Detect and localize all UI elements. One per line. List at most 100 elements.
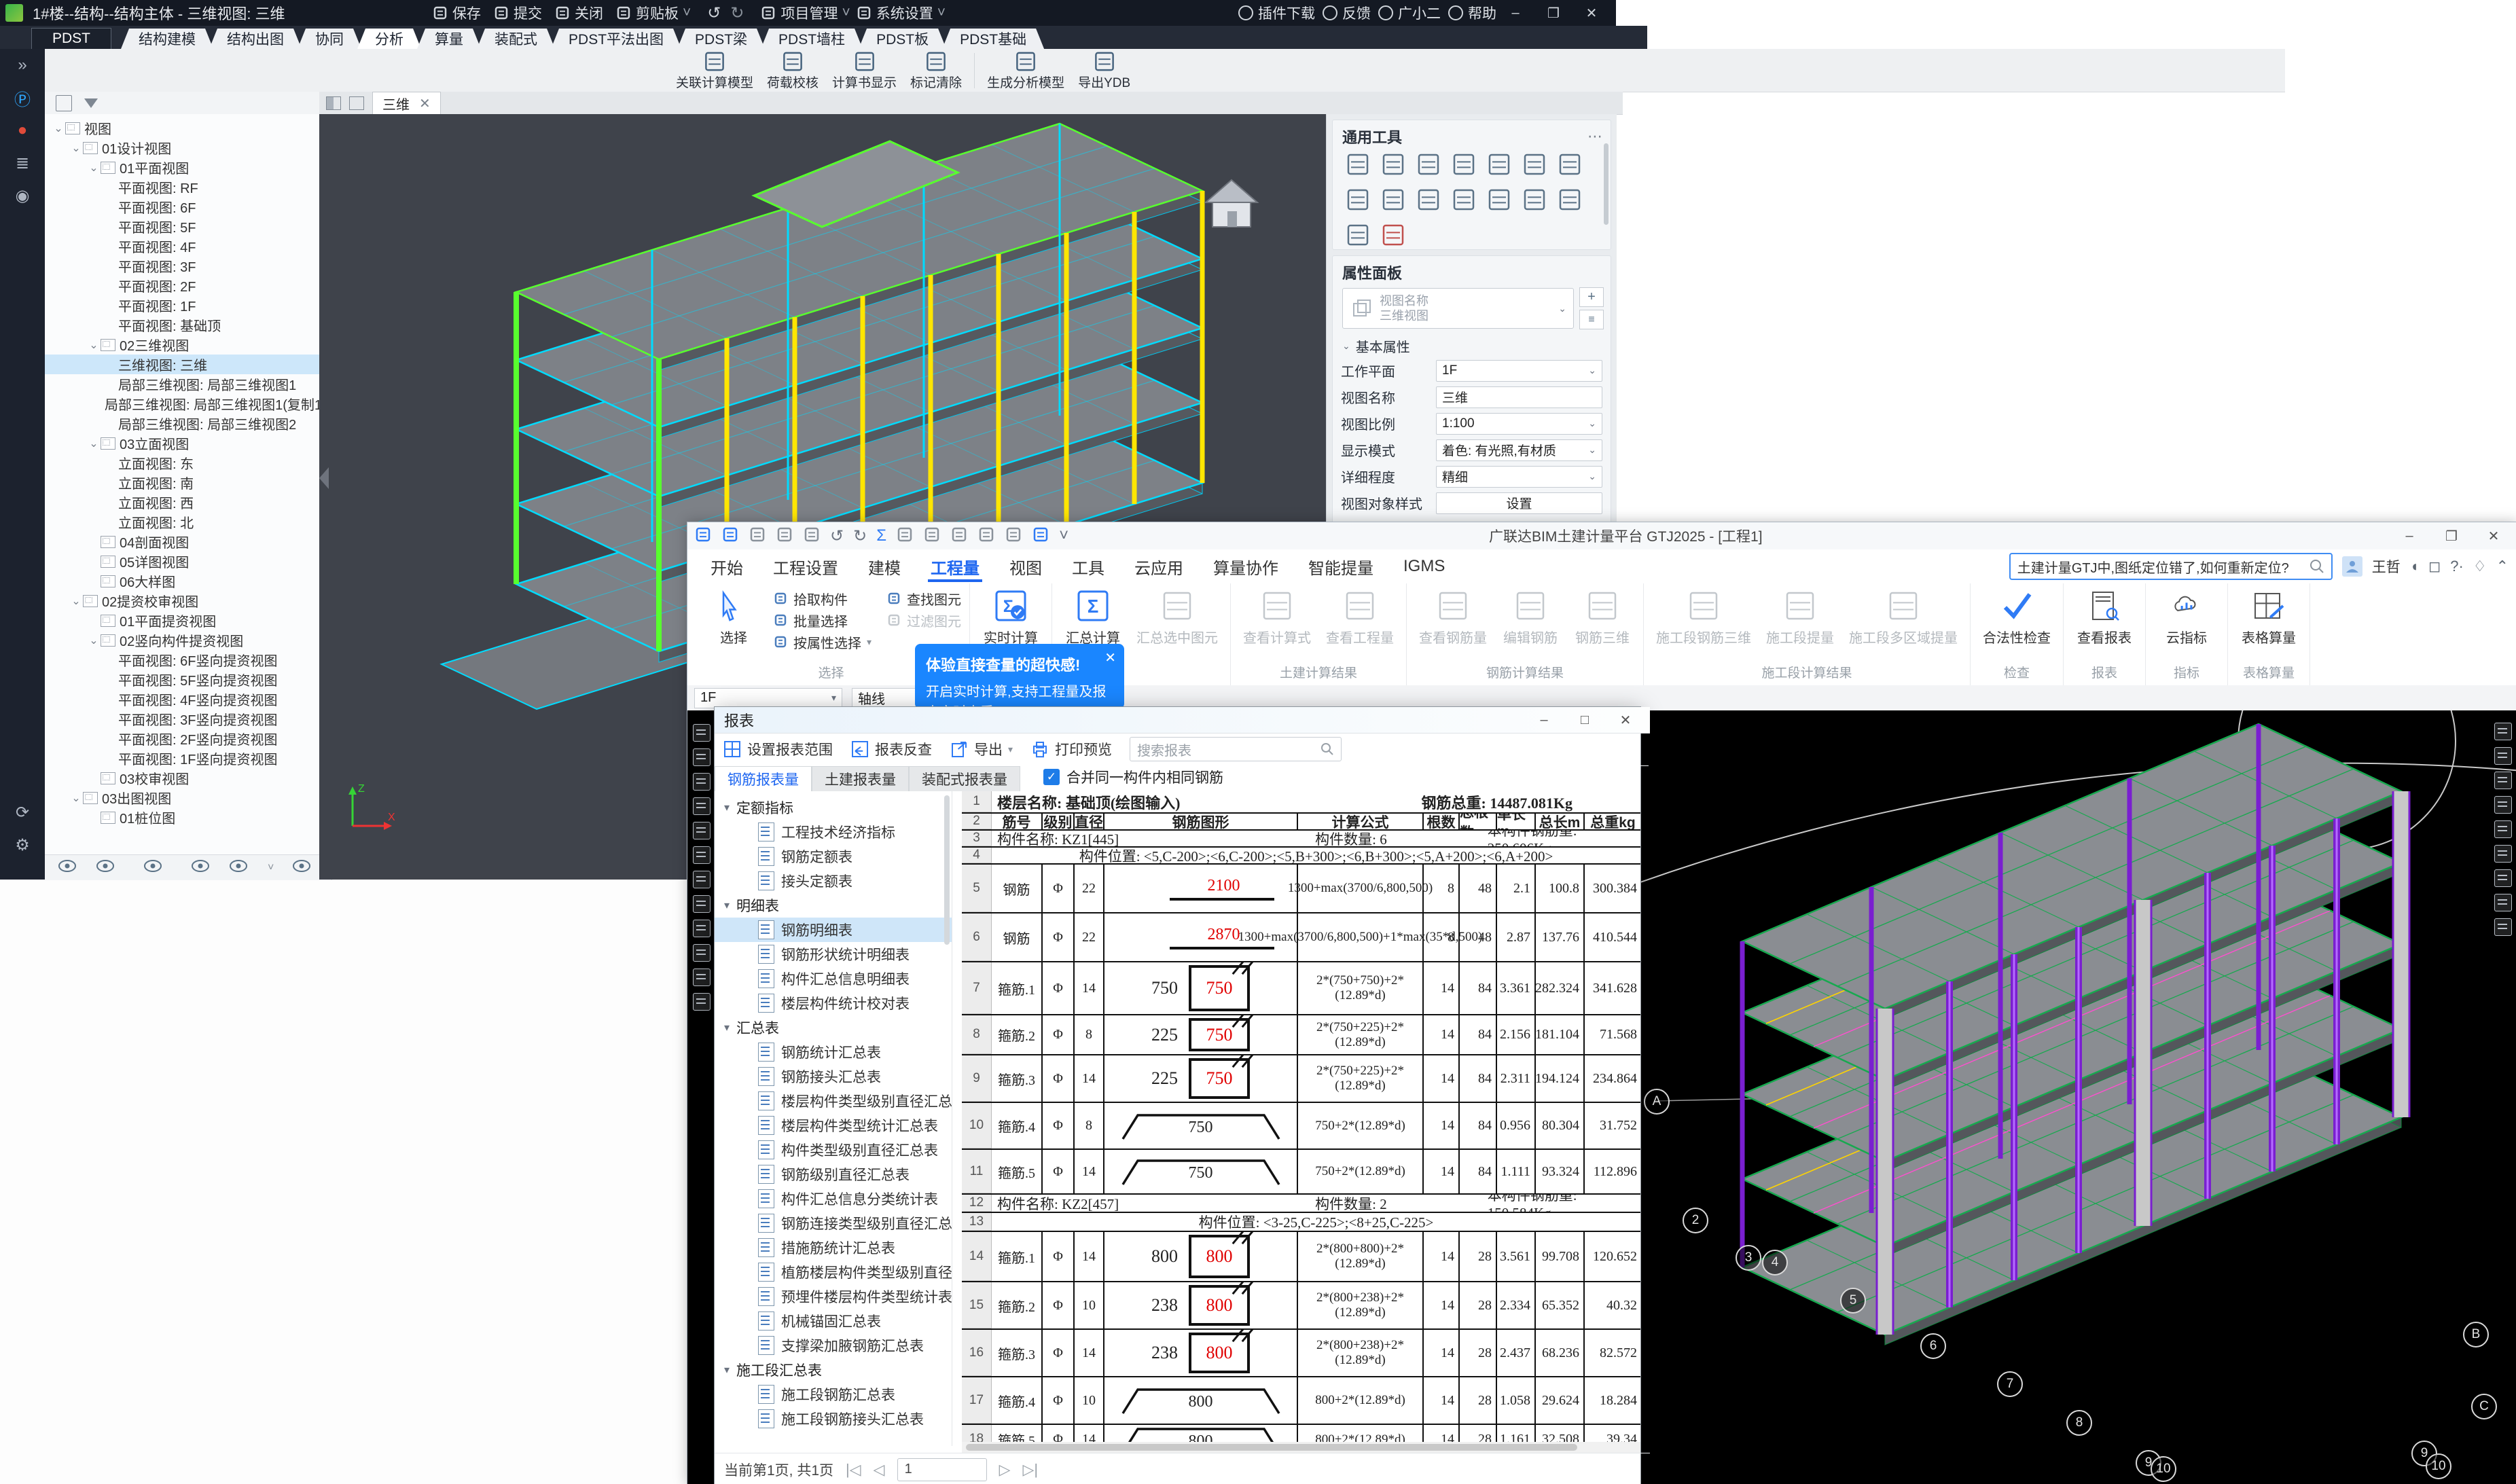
- pdst-tree-item[interactable]: 平面视图: RF: [45, 177, 319, 197]
- report-tree-item[interactable]: 构件汇总信息明细表: [715, 966, 952, 991]
- add-property-button[interactable]: +: [1579, 287, 1604, 307]
- gtj-close-button[interactable]: ✕: [2475, 524, 2513, 547]
- pdst-tree-item[interactable]: 平面视图: 6F竖向提资视图: [45, 650, 319, 670]
- report-tree-item[interactable]: 钢筋接头汇总表: [715, 1064, 952, 1089]
- align-left-icon[interactable]: [1345, 187, 1371, 213]
- ribbon-button[interactable]: 合法性检查: [1979, 587, 2055, 660]
- tooltip-close-icon[interactable]: ✕: [1104, 649, 1116, 666]
- titlebar-action-反馈[interactable]: 反馈: [1322, 3, 1371, 23]
- canvas-tool-icon[interactable]: [693, 846, 711, 864]
- canvas-tool-icon[interactable]: [2494, 723, 2512, 740]
- tile-views-icon[interactable]: [326, 96, 341, 110]
- pdst-close-button[interactable]: ✕: [1572, 1, 1611, 24]
- pdst-toolbar-荷载校核[interactable]: 荷载校核: [760, 50, 825, 91]
- pdst-tree-item[interactable]: ⌄01设计视图: [45, 138, 319, 158]
- move-ref-icon[interactable]: [1486, 187, 1512, 213]
- tree-expander-icon[interactable]: ⌄: [69, 594, 83, 608]
- task-list-icon[interactable]: ≣: [0, 147, 45, 179]
- tree-expander-icon[interactable]: ▾: [724, 899, 730, 912]
- pdst-minimize-button[interactable]: –: [1496, 1, 1534, 24]
- dialog-close-button[interactable]: ✕: [1606, 708, 1645, 731]
- copy-icon[interactable]: [1380, 151, 1406, 177]
- pdst-tab-结构建模[interactable]: 结构建模: [121, 29, 213, 49]
- canvas-tool-icon[interactable]: [2494, 796, 2512, 814]
- titlebar-action-保存[interactable]: 保存: [432, 3, 481, 23]
- pdst-tree-item[interactable]: 平面视图: 4F竖向提资视图: [45, 689, 319, 709]
- bulb-icon[interactable]: [190, 857, 211, 878]
- profile-icon[interactable]: [1522, 151, 1547, 177]
- grid-view-icon[interactable]: [923, 526, 941, 547]
- property-field-select[interactable]: 1:100⌄: [1436, 413, 1602, 435]
- titlebar-action-提交[interactable]: 提交: [493, 3, 542, 23]
- ribbon-button[interactable]: 编辑钢筋: [1498, 587, 1563, 660]
- pdst-tree-item[interactable]: ⌄02竖向构件提资视图: [45, 630, 319, 650]
- gtj-tab-算量协作[interactable]: 算量协作: [1198, 549, 1293, 583]
- canvas-tool-icon[interactable]: [2494, 845, 2512, 863]
- pdst-tree-item[interactable]: ⌄03立面视图: [45, 433, 319, 453]
- filter-icon[interactable]: [84, 98, 98, 108]
- select-view-icon[interactable]: [896, 526, 914, 547]
- collapse-chevrons-icon[interactable]: »: [0, 49, 45, 82]
- trim-icon[interactable]: [1451, 151, 1477, 177]
- view-tab-3d[interactable]: 三维 ✕: [372, 92, 441, 115]
- hide-eye-icon[interactable]: [57, 857, 77, 878]
- pdst-tree-item[interactable]: 立面视图: 西: [45, 492, 319, 512]
- pdst-toolbar-生成分析模型[interactable]: 生成分析模型: [980, 50, 1071, 91]
- pdst-tree-item[interactable]: 05详图视图: [45, 551, 319, 571]
- canvas-tool-icon[interactable]: [693, 797, 711, 815]
- align-right-icon[interactable]: [1557, 151, 1583, 177]
- canvas-tool-icon[interactable]: [693, 993, 711, 1011]
- ribbon-button[interactable]: 汇总选中图元: [1132, 587, 1222, 678]
- collapse-icon[interactable]: ⌃: [2496, 558, 2509, 575]
- canvas-tool-icon[interactable]: [693, 895, 711, 913]
- report-tree-item[interactable]: 钢筋级别直径汇总表: [715, 1162, 952, 1187]
- ribbon-button[interactable]: 查看钢筋量: [1415, 587, 1491, 660]
- floor-select[interactable]: 1F ▾: [694, 688, 842, 708]
- pdst-tree-item[interactable]: 局部三维视图: 局部三维视图2: [45, 414, 319, 433]
- settings-icon[interactable]: ⚙: [0, 829, 45, 861]
- tools-scrollbar[interactable]: [1604, 143, 1609, 225]
- report-tab-装配式报表量[interactable]: 装配式报表量: [909, 766, 1020, 791]
- report-tree-item[interactable]: 钢筋统计汇总表: [715, 1040, 952, 1064]
- report-toolbar-打印预览[interactable]: 打印预览: [1030, 739, 1112, 759]
- canvas-tool-icon[interactable]: [693, 871, 711, 888]
- match-red-icon[interactable]: [1380, 222, 1406, 248]
- report-tree-item[interactable]: 工程技术经济指标: [715, 820, 952, 844]
- pdst-tree-item[interactable]: 平面视图: 1F竖向提资视图: [45, 748, 319, 768]
- report-tree-item[interactable]: ▾明细表: [715, 893, 952, 918]
- pdst-tree-item[interactable]: 01桩位图: [45, 808, 319, 827]
- ribbon-button[interactable]: 表格算量: [2236, 587, 2301, 660]
- undo-icon[interactable]: ↺: [707, 3, 721, 23]
- panel-more-icon[interactable]: ⋯: [1587, 128, 1602, 145]
- ribbon-button[interactable]: 施工段多区域提量: [1845, 587, 1962, 660]
- tree-expander-icon[interactable]: ⌄: [87, 437, 101, 450]
- report-tree-item[interactable]: 机械锚固汇总表: [715, 1309, 952, 1333]
- chat-icon[interactable]: ◻: [2428, 558, 2441, 575]
- pdst-tree-item[interactable]: ⌄03出图视图: [45, 788, 319, 808]
- view-tab-close-icon[interactable]: ✕: [419, 95, 431, 112]
- pdst-toolbar-导出YDB[interactable]: 导出YDB: [1071, 50, 1137, 91]
- ribbon-small-button[interactable]: 过滤图元: [886, 609, 961, 631]
- gtj-minimize-button[interactable]: –: [2390, 524, 2428, 547]
- pdst-tree-item[interactable]: 立面视图: 北: [45, 512, 319, 532]
- pdst-tab-结构出图[interactable]: 结构出图: [209, 29, 302, 49]
- canvas-tool-icon[interactable]: [693, 773, 711, 791]
- tree-expander-icon[interactable]: ⌄: [69, 141, 83, 155]
- project-browser-icon[interactable]: [56, 95, 72, 111]
- pdst-tree-item[interactable]: 04剖面视图: [45, 532, 319, 551]
- report-tree-item[interactable]: ▾汇总表: [715, 1015, 952, 1040]
- reset-eye-icon[interactable]: [143, 857, 163, 878]
- pdst-tab-PDST梁[interactable]: PDST梁: [677, 29, 765, 49]
- skin-icon[interactable]: ♢: [2473, 558, 2487, 575]
- ribbon-button[interactable]: 查看计算式: [1239, 587, 1315, 660]
- panel-collapse-arrow-icon[interactable]: [319, 467, 329, 489]
- report-tree-item[interactable]: 构件汇总信息分类统计表: [715, 1187, 952, 1211]
- pdst-tree-item[interactable]: 局部三维视图: 局部三维视图1: [45, 374, 319, 394]
- page-number-input[interactable]: 1: [897, 1458, 987, 1481]
- merge-rebar-checkbox[interactable]: ✓: [1043, 769, 1060, 785]
- report-toolbar-设置报表范围[interactable]: 设置报表范围: [723, 739, 833, 759]
- report-tree-item[interactable]: 接头定额表: [715, 869, 952, 893]
- report-tree-item[interactable]: 施工段钢筋汇总表: [715, 1382, 952, 1407]
- publish-icon[interactable]: [721, 526, 739, 547]
- ribbon-small-button[interactable]: 批量选择: [773, 609, 871, 631]
